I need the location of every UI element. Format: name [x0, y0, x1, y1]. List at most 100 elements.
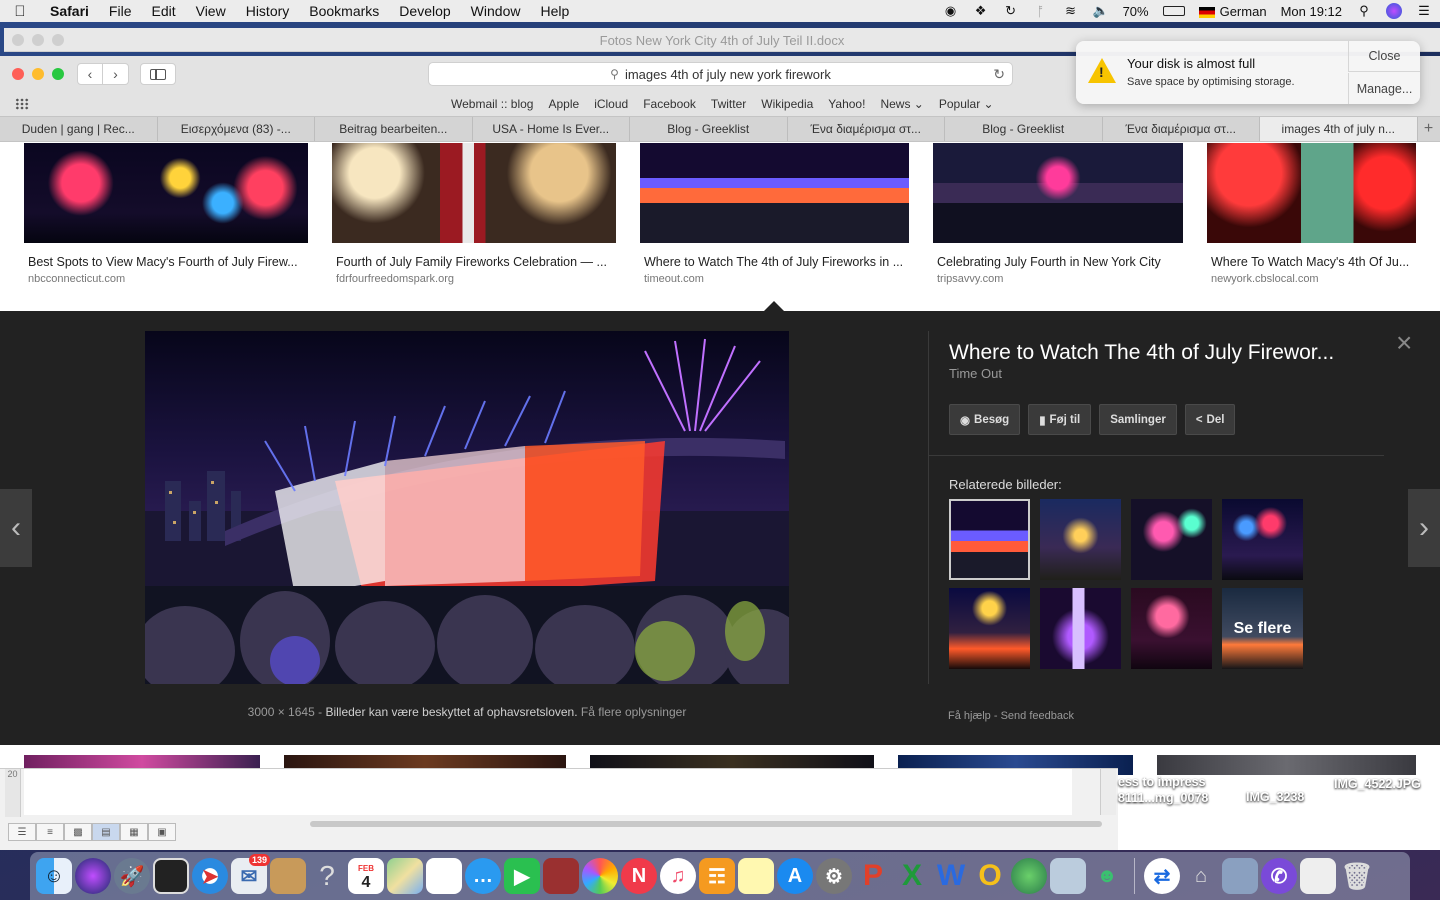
preview-icon[interactable] — [1050, 858, 1086, 894]
result-caption[interactable]: Where to Watch The 4th of July Fireworks… — [640, 255, 909, 269]
address-bar[interactable]: ⚲ images 4th of july new york firework ↻ — [428, 62, 1013, 86]
favorite-yahoo[interactable]: Yahoo! — [828, 97, 865, 111]
tab-usa-home[interactable]: USA - Home Is Ever... — [473, 117, 630, 141]
notes-icon[interactable] — [270, 858, 306, 894]
share-button[interactable]: < Del — [1184, 404, 1236, 435]
mail-icon[interactable]: ✉ 139 — [231, 854, 270, 894]
tab-apartment-2[interactable]: Ένα διαμέρισμα στ... — [1103, 117, 1260, 141]
previous-image-button[interactable]: ‹ — [0, 489, 32, 567]
battery-icon[interactable] — [1162, 6, 1185, 16]
launchpad-icon[interactable]: 🚀 — [114, 858, 150, 894]
app-store-icon[interactable]: A — [777, 858, 813, 894]
related-image[interactable] — [1040, 499, 1121, 580]
siri-icon[interactable] — [75, 858, 111, 894]
focus-view-button[interactable]: ▣ — [148, 823, 176, 841]
tab-greeklist-2[interactable]: Blog - Greeklist — [945, 117, 1103, 141]
books-icon[interactable]: ☶ — [699, 858, 735, 894]
messages-icon[interactable]: … — [465, 858, 501, 894]
result-thumbnail[interactable] — [24, 143, 308, 243]
result-card[interactable]: Celebrating July Fourth in New York City… — [933, 143, 1183, 285]
back-button[interactable]: ‹ — [77, 63, 103, 85]
viber-icon[interactable]: ✆ — [1261, 858, 1297, 894]
favorite-facebook[interactable]: Facebook — [643, 97, 696, 111]
top-sites-grid-icon[interactable] — [15, 98, 29, 110]
excel-icon[interactable]: X — [894, 858, 930, 894]
related-image[interactable] — [1131, 499, 1212, 580]
preview-image[interactable] — [145, 331, 789, 684]
notification-center-icon[interactable]: ☰ — [1416, 3, 1432, 19]
favorite-popular-folder[interactable]: Popular ⌄ — [939, 97, 994, 111]
result-thumbnail[interactable] — [1207, 143, 1416, 243]
photos-icon[interactable] — [582, 858, 618, 894]
siri-menu-icon[interactable] — [1386, 3, 1402, 19]
web-layout-button[interactable]: ▦ — [120, 823, 148, 841]
bluetooth-icon[interactable]: ᚩ — [1033, 3, 1049, 19]
reload-icon[interactable]: ↻ — [993, 66, 1005, 83]
tab-inbox[interactable]: Εισερχόμενα (83) -... — [158, 117, 315, 141]
related-image[interactable] — [1040, 588, 1121, 669]
tab-greeklist-1[interactable]: Blog - Greeklist — [630, 117, 788, 141]
vpn-status-icon[interactable]: ◉ — [943, 3, 959, 19]
forward-button[interactable]: › — [103, 63, 129, 85]
menu-edit[interactable]: Edit — [141, 3, 185, 19]
maps-icon[interactable] — [387, 858, 423, 894]
favorite-apple[interactable]: Apple — [548, 97, 579, 111]
result-thumbnail[interactable] — [1157, 755, 1416, 775]
result-thumbnail[interactable] — [640, 143, 909, 243]
desktop-file[interactable]: ess to impress 8111...mg_0078 — [1118, 775, 1208, 805]
system-preferences-icon[interactable]: ⚙ — [816, 858, 852, 894]
result-caption[interactable]: Where To Watch Macy's 4th Of Ju... — [1207, 255, 1416, 269]
menu-bookmarks[interactable]: Bookmarks — [299, 3, 389, 19]
result-card[interactable]: Where To Watch Macy's 4th Of Ju... newyo… — [1207, 143, 1416, 285]
wifi-icon[interactable]: ≋ — [1063, 3, 1079, 19]
calendar-icon[interactable]: FEB 4 — [348, 858, 384, 894]
dropbox-icon[interactable]: ❖ — [973, 3, 989, 19]
close-window-button[interactable] — [12, 68, 24, 80]
word-icon[interactable]: W — [933, 858, 969, 894]
result-thumbnail[interactable] — [933, 143, 1183, 243]
folder-icon[interactable] — [1300, 858, 1336, 894]
vpn-icon[interactable] — [1011, 858, 1047, 894]
notes-yellow-icon[interactable] — [738, 858, 774, 894]
feedback-link[interactable]: Send feedback — [1001, 710, 1074, 722]
related-image[interactable] — [1131, 588, 1212, 669]
result-caption[interactable]: Fourth of July Family Fireworks Celebrat… — [332, 255, 616, 269]
photo-booth-icon[interactable] — [153, 858, 189, 894]
desktop-file[interactable]: IMG_4522.JPG — [1334, 777, 1421, 791]
help-link[interactable]: Få hjælp — [948, 710, 991, 722]
fullscreen-window-button[interactable] — [52, 68, 64, 80]
publishing-view-button[interactable]: ▩ — [64, 823, 92, 841]
visit-button[interactable]: ◉ Besøg — [949, 404, 1021, 435]
photo-icon[interactable] — [543, 858, 579, 894]
result-card[interactable]: Fourth of July Family Fireworks Celebrat… — [332, 143, 616, 285]
next-image-button[interactable]: › — [1408, 489, 1440, 567]
favorite-twitter[interactable]: Twitter — [711, 97, 746, 111]
photos-app-icon[interactable] — [1222, 858, 1258, 894]
result-card-selected[interactable]: Where to Watch The 4th of July Fireworks… — [640, 143, 909, 285]
battery-percent[interactable]: 70% — [1123, 4, 1149, 19]
menu-history[interactable]: History — [236, 3, 300, 19]
preview-title[interactable]: Where to Watch The 4th of July Firewor..… — [949, 341, 1369, 365]
related-image[interactable] — [1222, 499, 1303, 580]
related-image[interactable] — [949, 588, 1030, 669]
result-thumbnail[interactable] — [332, 143, 616, 243]
help-icon[interactable]: ? — [309, 858, 345, 894]
draft-view-button[interactable]: ☰ — [8, 823, 36, 841]
tab-duden[interactable]: Duden | gang | Rec... — [0, 117, 158, 141]
teamviewer-icon[interactable]: ⇄ — [1144, 858, 1180, 894]
favorite-icloud[interactable]: iCloud — [594, 97, 628, 111]
related-image[interactable] — [949, 499, 1030, 580]
input-source[interactable]: German — [1198, 4, 1267, 19]
horizontal-scrollbar[interactable] — [310, 821, 1102, 827]
desktop-file[interactable]: IMG_3238 — [1246, 790, 1304, 804]
facetime-icon[interactable]: ▶ — [504, 858, 540, 894]
music-icon[interactable]: ♫ — [660, 858, 696, 894]
news-icon[interactable]: N — [621, 858, 657, 894]
vertical-scrollbar[interactable] — [1100, 769, 1116, 815]
tab-apartment-1[interactable]: Ένα διαμέρισμα στ... — [788, 117, 945, 141]
result-card[interactable]: Best Spots to View Macy's Fourth of July… — [24, 143, 308, 285]
trash-icon[interactable]: 🗑 — [1339, 858, 1375, 894]
menu-develop[interactable]: Develop — [389, 3, 460, 19]
scanner-icon[interactable]: ⌂ — [1183, 858, 1219, 894]
collections-button[interactable]: Samlinger — [1099, 404, 1177, 435]
